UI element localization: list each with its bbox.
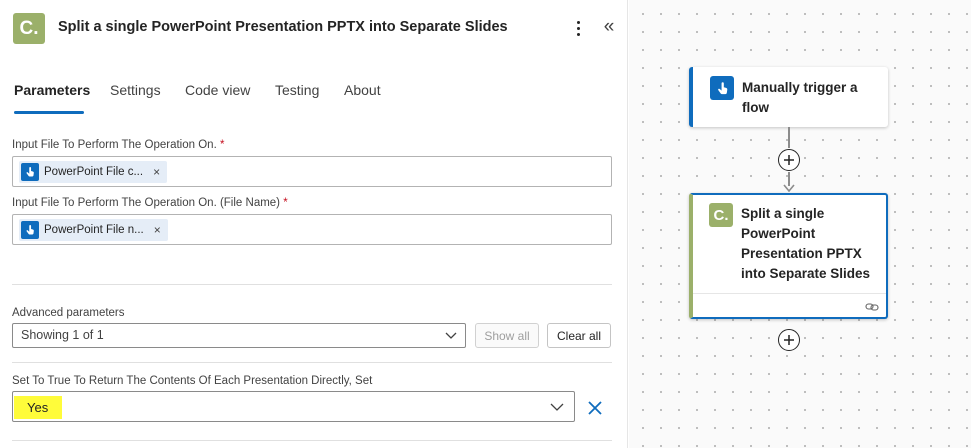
touch-hand-icon: [710, 76, 734, 100]
chevron-down-icon: [445, 332, 457, 339]
connector-logo-icon: C.: [13, 13, 45, 44]
advanced-parameters-value: Showing 1 of 1: [21, 328, 104, 342]
input-file-name-label: Input File To Perform The Operation On. …: [12, 197, 288, 209]
tab-code-view[interactable]: Code view: [185, 82, 250, 98]
link-icon: [865, 303, 879, 311]
trigger-card-title: Manually trigger a flow: [742, 80, 858, 115]
collapse-panel-button[interactable]: «: [599, 16, 619, 40]
dynamic-content-token[interactable]: PowerPoint File n... ×: [19, 219, 168, 241]
advanced-parameters-select[interactable]: Showing 1 of 1: [12, 323, 466, 348]
return-contents-label: Set To True To Return The Contents Of Ea…: [12, 375, 373, 387]
arrow-down-icon: [783, 184, 795, 192]
touch-hand-icon: [21, 163, 39, 181]
input-file-field[interactable]: PowerPoint File c... ×: [12, 156, 612, 187]
active-tab-indicator: [14, 111, 84, 114]
section-divider: [12, 440, 612, 441]
input-file-label: Input File To Perform The Operation On. …: [12, 139, 224, 151]
panel-header: C. Split a single PowerPoint Presentatio…: [0, 0, 628, 58]
card-footer-divider: [693, 293, 886, 294]
input-file-name-field[interactable]: PowerPoint File n... ×: [12, 214, 612, 245]
close-icon[interactable]: [586, 399, 604, 417]
plus-icon: [784, 155, 794, 165]
connector-logo-letter: C.: [19, 17, 39, 39]
tab-testing[interactable]: Testing: [275, 82, 319, 98]
connector-logo-icon: C.: [709, 203, 733, 227]
action-card-title: Split a single PowerPoint Presentation P…: [741, 206, 871, 281]
action-title[interactable]: Split a single PowerPoint Presentation P…: [58, 19, 508, 35]
clear-all-button[interactable]: Clear all: [547, 323, 611, 348]
return-contents-value: Yes: [14, 396, 63, 419]
chevron-down-icon: [550, 403, 564, 411]
more-options-button[interactable]: [568, 16, 588, 40]
show-all-button[interactable]: Show all: [475, 323, 539, 348]
token-label: PowerPoint File n...: [44, 224, 144, 236]
connector-logo-letter: C.: [713, 206, 729, 224]
dynamic-content-token[interactable]: PowerPoint File c... ×: [19, 161, 168, 183]
touch-hand-icon: [21, 221, 39, 239]
required-mark: *: [283, 197, 288, 209]
token-remove-button[interactable]: ×: [153, 165, 160, 179]
section-divider: [12, 362, 612, 363]
section-divider: [12, 284, 612, 285]
plus-icon: [784, 335, 794, 345]
tab-parameters[interactable]: Parameters: [14, 82, 90, 98]
token-remove-button[interactable]: ×: [154, 223, 161, 237]
advanced-parameters-label: Advanced parameters: [12, 307, 125, 319]
return-contents-select[interactable]: Yes: [12, 391, 575, 422]
connector-line: [788, 127, 790, 148]
tab-about[interactable]: About: [344, 82, 381, 98]
add-step-button[interactable]: [778, 329, 800, 351]
required-mark: *: [219, 139, 225, 151]
add-step-button[interactable]: [778, 149, 800, 171]
action-card[interactable]: C. Split a single PowerPoint Presentatio…: [689, 193, 888, 319]
tab-settings[interactable]: Settings: [110, 82, 161, 98]
token-label: PowerPoint File c...: [44, 166, 144, 178]
parameters-panel: C. Split a single PowerPoint Presentatio…: [0, 0, 628, 448]
trigger-card[interactable]: Manually trigger a flow: [689, 67, 888, 127]
more-dot: [576, 32, 580, 36]
input-file-name-label-text: Input File To Perform The Operation On. …: [12, 197, 281, 209]
more-vertical-icon: [576, 20, 580, 24]
more-dot: [576, 26, 580, 30]
double-chevron-left-icon: «: [603, 16, 615, 37]
input-file-label-text: Input File To Perform The Operation On.: [12, 139, 217, 151]
